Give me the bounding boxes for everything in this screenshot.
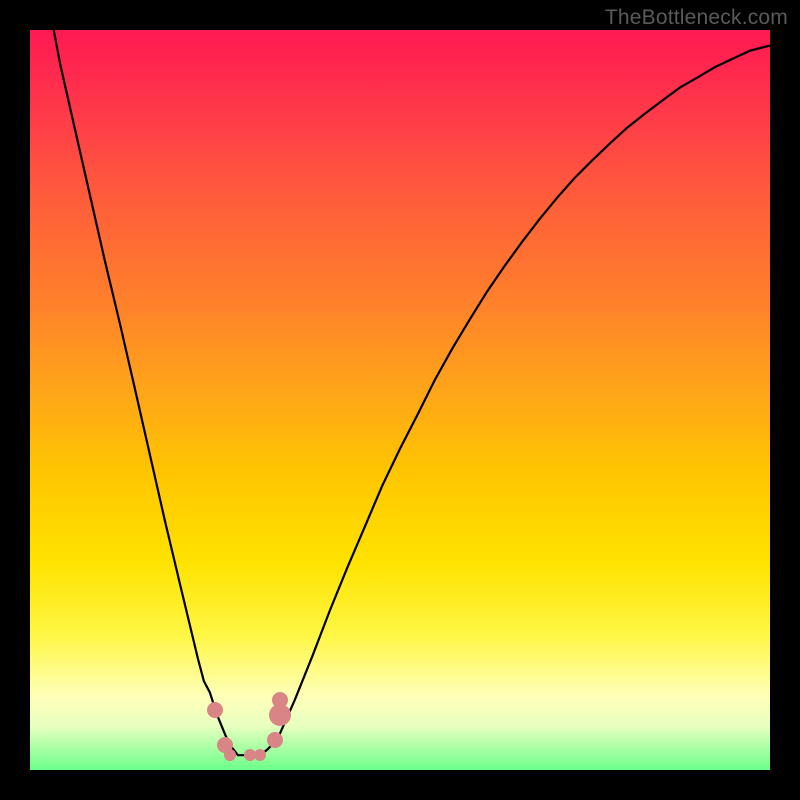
marker-dot bbox=[267, 732, 283, 748]
curve-svg bbox=[30, 30, 770, 770]
watermark-text: TheBottleneck.com bbox=[605, 6, 788, 30]
marker-dot bbox=[224, 749, 236, 761]
chart-frame: TheBottleneck.com bbox=[0, 0, 800, 800]
marker-dot bbox=[207, 702, 223, 718]
marker-dot bbox=[272, 692, 288, 708]
plot-area bbox=[30, 30, 770, 770]
bottleneck-curve bbox=[54, 30, 770, 755]
marker-dot bbox=[254, 749, 266, 761]
